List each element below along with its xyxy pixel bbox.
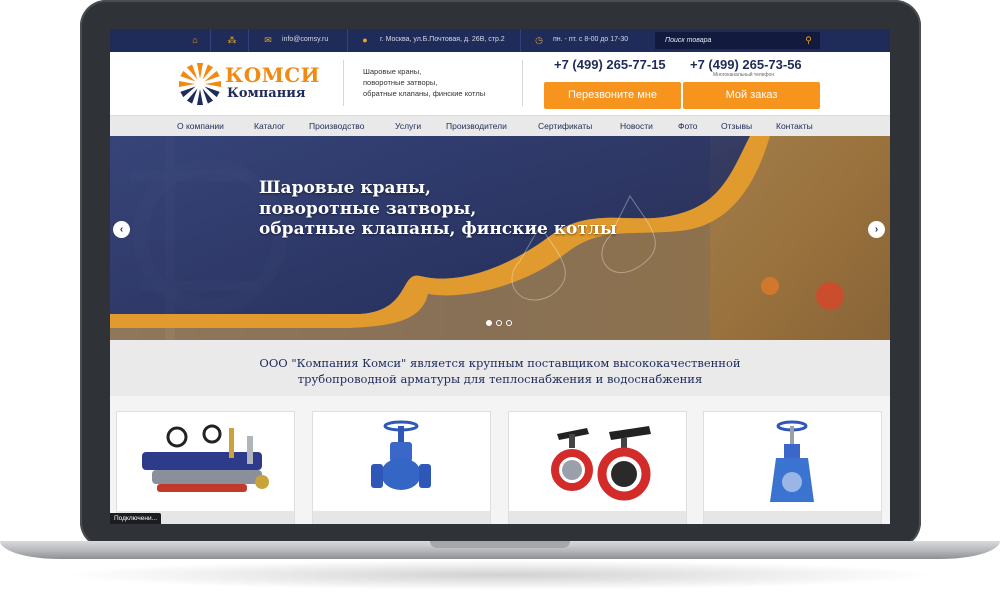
logo-subtitle: Компания — [227, 86, 306, 101]
hero-heading: Шаровые краны, поворотные затворы, обрат… — [259, 178, 617, 240]
header-tagline: Шаровые краны, поворотные затворы, обрат… — [363, 66, 513, 99]
slider-next-button[interactable]: › — [868, 221, 885, 238]
hero-slider: Шаровые краны, поворотные затворы, обрат… — [110, 136, 890, 340]
sitemap-icon[interactable]: ⁂ — [227, 35, 237, 45]
tagline-line: обратные клапаны, финские котлы — [363, 89, 486, 98]
product-card[interactable] — [703, 411, 882, 524]
nav-item-photo[interactable]: Фото — [678, 121, 698, 131]
slider-dot[interactable] — [486, 320, 492, 326]
clock-icon: ◷ — [535, 35, 543, 45]
slider-dot[interactable] — [496, 320, 502, 326]
mail-icon: ✉ — [264, 35, 272, 45]
divider — [347, 29, 348, 52]
callback-button[interactable]: Перезвоните мне — [544, 82, 681, 109]
main-nav: О компании Каталог Производство Услуги П… — [110, 115, 890, 136]
butterfly-valve-image — [551, 426, 651, 501]
home-icon[interactable]: ⌂ — [190, 35, 200, 45]
hero-line: поворотные затворы, — [259, 198, 477, 219]
nav-item-about[interactable]: О компании — [177, 121, 224, 131]
intro-line: трубопроводной арматуры для теплоснабжен… — [297, 372, 703, 386]
intro-section: ООО "Компания Комси" является крупным по… — [110, 340, 890, 396]
site-header: КОМСИ Компания Шаровые краны, поворотные… — [110, 52, 890, 115]
nav-item-certificates[interactable]: Сертификаты — [538, 121, 592, 131]
intro-text: ООО "Компания Комси" является крупным по… — [200, 355, 800, 387]
nav-item-services[interactable]: Услуги — [395, 121, 421, 131]
phone-number-2[interactable]: +7 (499) 265-73-56 — [690, 57, 802, 72]
location-pin-icon: ● — [362, 35, 368, 45]
laptop-base-notch — [430, 541, 570, 548]
nav-item-manufacturers[interactable]: Производители — [446, 121, 507, 131]
hero-line: обратные клапаны, финские котлы — [259, 219, 617, 239]
logo[interactable]: КОМСИ Компания — [177, 61, 327, 107]
search-input[interactable] — [655, 32, 795, 49]
product-card[interactable] — [508, 411, 687, 524]
phone-number-1[interactable]: +7 (499) 265-77-15 — [554, 57, 666, 72]
divider — [520, 29, 521, 52]
divider — [248, 29, 249, 52]
slider-dot[interactable] — [506, 320, 512, 326]
logo-title: КОМСИ — [225, 63, 321, 87]
globe-valve-image — [371, 420, 431, 490]
slider-prev-button[interactable]: ‹ — [113, 221, 130, 238]
divider — [210, 29, 211, 52]
status-bar-text: Подключени... — [110, 513, 162, 524]
search-icon[interactable]: ⚲ — [797, 32, 820, 49]
nav-item-catalog[interactable]: Каталог — [254, 121, 285, 131]
nav-item-news[interactable]: Новости — [620, 121, 653, 131]
email-link[interactable]: info@comsy.ru — [282, 36, 328, 43]
intro-line: ООО "Компания Комси" является крупным по… — [259, 356, 741, 370]
product-card[interactable] — [312, 411, 491, 524]
product-card[interactable] — [116, 411, 295, 524]
address-text: г. Москва, ул.Б.Почтовая, д. 26В, стр.2 — [380, 36, 505, 43]
tagline-line: Шаровые краны, — [363, 67, 422, 76]
sun-logo-icon — [179, 63, 221, 105]
website-screen: ⌂ ⁂ ✉ info@comsy.ru ● г. Москва, ул.Б.По… — [110, 29, 890, 524]
top-bar: ⌂ ⁂ ✉ info@comsy.ru ● г. Москва, ул.Б.По… — [110, 29, 890, 52]
hours-text: пн. - пт. с 8-00 до 17-30 — [553, 36, 629, 43]
card-footer — [509, 511, 686, 524]
product-grid — [110, 396, 890, 524]
divider — [343, 60, 344, 106]
valve-assortment-image — [142, 424, 269, 492]
knife-gate-valve-image — [770, 420, 814, 502]
card-footer — [704, 511, 881, 524]
nav-item-production[interactable]: Производство — [309, 121, 364, 131]
phone-note: Многоканальный телефон — [713, 72, 775, 78]
search-box: ⚲ — [655, 32, 820, 49]
hero-line: Шаровые краны, — [259, 178, 431, 198]
my-order-button[interactable]: Мой заказ — [683, 82, 820, 109]
divider — [522, 60, 523, 106]
tagline-line: поворотные затворы, — [363, 78, 438, 87]
nav-item-reviews[interactable]: Отзывы — [721, 121, 752, 131]
card-footer — [313, 511, 490, 524]
laptop-shadow — [60, 560, 940, 590]
nav-item-contacts[interactable]: Контакты — [776, 121, 813, 131]
